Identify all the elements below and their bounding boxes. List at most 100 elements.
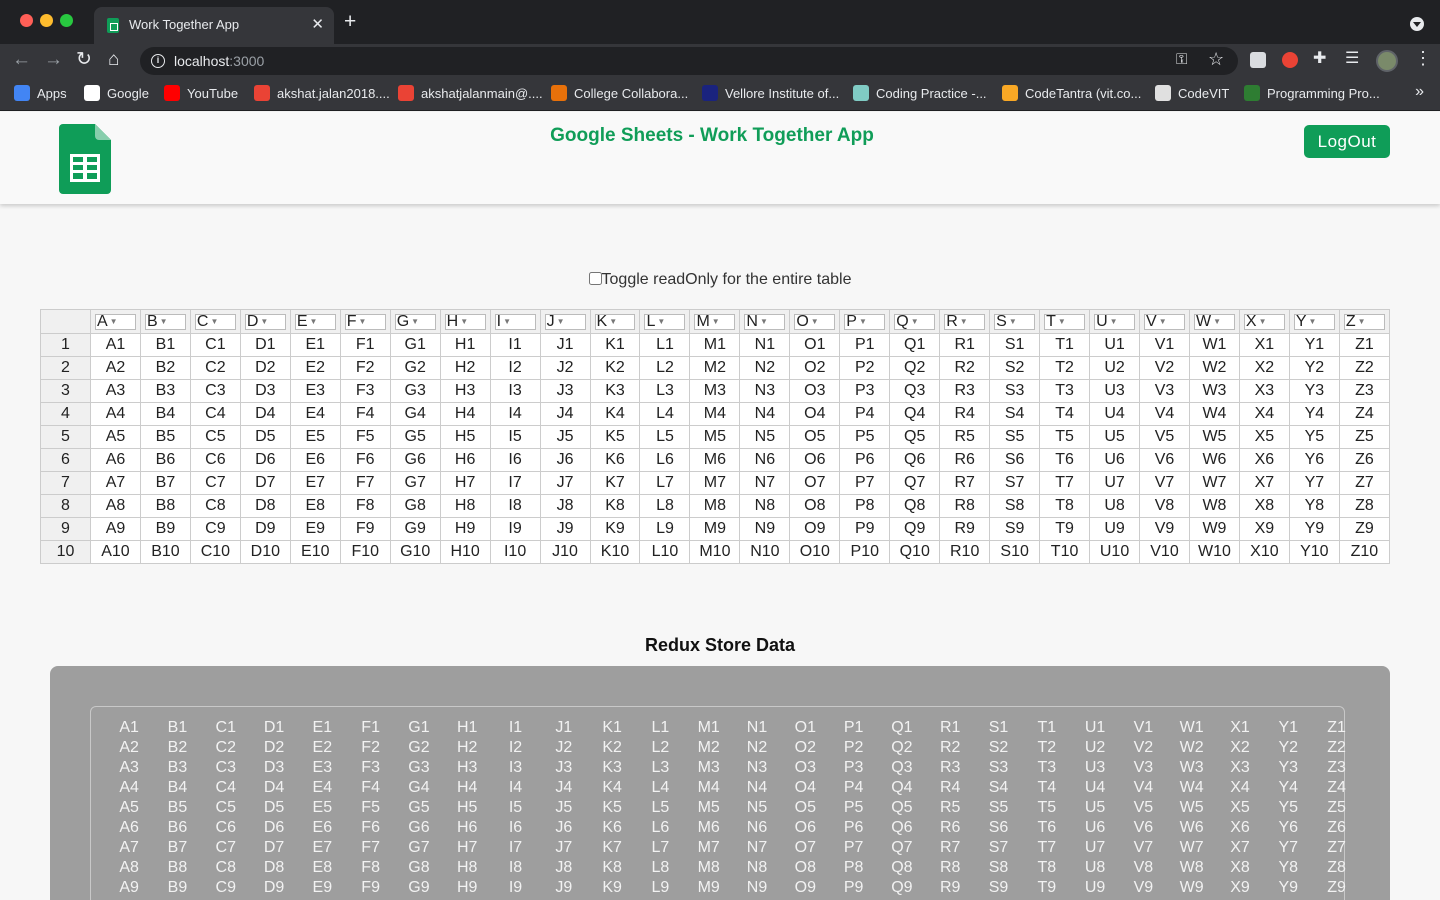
table-cell[interactable]: K3	[589, 379, 641, 403]
table-cell[interactable]: W9	[1188, 517, 1240, 541]
table-cell[interactable]: W6	[1188, 448, 1240, 472]
table-cell[interactable]: C8	[189, 494, 241, 518]
table-cell[interactable]: F2	[339, 356, 391, 380]
address-bar[interactable]: i localhost:3000 ⚿ ☆	[140, 47, 1238, 75]
table-cell[interactable]: H1	[439, 333, 491, 357]
table-cell[interactable]: B7	[139, 471, 191, 495]
table-cell[interactable]: U2	[1089, 356, 1141, 380]
maximize-window-button[interactable]	[60, 14, 73, 27]
bookmark-star-icon[interactable]: ☆	[1208, 49, 1224, 70]
bookmarks-overflow-icon[interactable]: »	[1415, 83, 1424, 101]
table-cell[interactable]: L6	[639, 448, 691, 472]
table-cell[interactable]: Y9	[1288, 517, 1340, 541]
table-cell[interactable]: H7	[439, 471, 491, 495]
table-cell[interactable]: Z2	[1338, 356, 1391, 380]
column-select[interactable]: W ▼	[1193, 313, 1235, 330]
table-cell[interactable]: E9	[289, 517, 341, 541]
readonly-toggle-checkbox[interactable]	[588, 272, 602, 285]
table-cell[interactable]: N10	[739, 540, 791, 564]
table-cell[interactable]: I1	[489, 333, 541, 357]
adblock-extension-icon[interactable]	[1282, 52, 1298, 68]
table-cell[interactable]: V4	[1139, 402, 1190, 426]
minimize-window-button[interactable]	[40, 14, 53, 27]
column-select[interactable]: K ▼	[594, 313, 636, 330]
table-cell[interactable]: M2	[689, 356, 741, 380]
table-cell[interactable]: M1	[689, 333, 741, 357]
table-cell[interactable]: R6	[939, 448, 991, 472]
table-cell[interactable]: X5	[1238, 425, 1290, 449]
tab-close-icon[interactable]: ✕	[311, 15, 324, 33]
forward-arrow-icon[interactable]: →	[44, 48, 63, 72]
table-cell[interactable]: T10	[1039, 540, 1091, 564]
table-cell[interactable]: M7	[689, 471, 741, 495]
table-cell[interactable]: Z3	[1338, 379, 1391, 403]
table-cell[interactable]: A5	[90, 425, 141, 449]
table-cell[interactable]: F7	[339, 471, 391, 495]
table-cell[interactable]: I9	[489, 517, 541, 541]
table-cell[interactable]: C4	[189, 402, 241, 426]
table-cell[interactable]: A9	[90, 517, 141, 541]
table-cell[interactable]: U7	[1089, 471, 1141, 495]
table-cell[interactable]: E1	[289, 333, 341, 357]
table-cell[interactable]: I7	[489, 471, 541, 495]
table-cell[interactable]: T9	[1039, 517, 1091, 541]
table-cell[interactable]: E3	[289, 379, 341, 403]
table-cell[interactable]: O2	[789, 356, 841, 380]
table-cell[interactable]: F10	[339, 540, 391, 564]
table-cell[interactable]: U8	[1089, 494, 1141, 518]
table-cell[interactable]: G7	[389, 471, 441, 495]
table-cell[interactable]: K10	[589, 540, 641, 564]
table-cell[interactable]: D3	[239, 379, 291, 403]
logout-button[interactable]: LogOut	[1304, 125, 1390, 158]
table-cell[interactable]: Y5	[1288, 425, 1340, 449]
table-cell[interactable]: D1	[239, 333, 291, 357]
column-select[interactable]: Q ▼	[894, 313, 936, 330]
column-select[interactable]: D ▼	[244, 313, 286, 330]
table-cell[interactable]: A3	[90, 379, 141, 403]
table-cell[interactable]: C9	[189, 517, 241, 541]
table-cell[interactable]: J5	[539, 425, 591, 449]
table-cell[interactable]: G9	[389, 517, 441, 541]
table-cell[interactable]: Z9	[1338, 517, 1391, 541]
table-cell[interactable]: E4	[289, 402, 341, 426]
table-cell[interactable]: I3	[489, 379, 541, 403]
table-cell[interactable]: M5	[689, 425, 741, 449]
table-cell[interactable]: A8	[90, 494, 141, 518]
column-select[interactable]: F ▼	[344, 313, 386, 330]
table-cell[interactable]: I10	[489, 540, 541, 564]
table-cell[interactable]: S7	[989, 471, 1041, 495]
table-cell[interactable]: H2	[439, 356, 491, 380]
table-cell[interactable]: K9	[589, 517, 641, 541]
reading-list-icon[interactable]: ☰	[1345, 48, 1361, 67]
bookmark-item[interactable]: Apps	[14, 85, 67, 101]
extension-icon[interactable]	[1250, 52, 1266, 68]
table-cell[interactable]: M8	[689, 494, 741, 518]
table-cell[interactable]: O5	[789, 425, 841, 449]
table-cell[interactable]: Q9	[889, 517, 941, 541]
table-cell[interactable]: O10	[789, 540, 841, 564]
table-cell[interactable]: U4	[1089, 402, 1141, 426]
table-cell[interactable]: Q1	[889, 333, 941, 357]
column-select[interactable]: M ▼	[694, 313, 736, 330]
table-cell[interactable]: N5	[739, 425, 791, 449]
table-cell[interactable]: N1	[739, 333, 791, 357]
column-select[interactable]: U ▼	[1094, 313, 1136, 330]
table-cell[interactable]: T1	[1039, 333, 1091, 357]
table-cell[interactable]: T8	[1039, 494, 1091, 518]
table-cell[interactable]: V3	[1139, 379, 1190, 403]
table-cell[interactable]: S10	[989, 540, 1041, 564]
browser-tab[interactable]: Work Together App ✕	[94, 7, 334, 44]
table-cell[interactable]: R1	[939, 333, 991, 357]
table-cell[interactable]: Z10	[1338, 540, 1391, 564]
table-cell[interactable]: O1	[789, 333, 841, 357]
table-cell[interactable]: R2	[939, 356, 991, 380]
table-cell[interactable]: R5	[939, 425, 991, 449]
table-cell[interactable]: A4	[90, 402, 141, 426]
home-icon[interactable]: ⌂	[108, 48, 119, 72]
puzzle-extensions-icon[interactable]: ✚	[1313, 48, 1329, 67]
table-cell[interactable]: X3	[1238, 379, 1290, 403]
table-cell[interactable]: J2	[539, 356, 591, 380]
table-cell[interactable]: T5	[1039, 425, 1091, 449]
table-cell[interactable]: L2	[639, 356, 691, 380]
reload-icon[interactable]: ↻	[76, 48, 92, 72]
